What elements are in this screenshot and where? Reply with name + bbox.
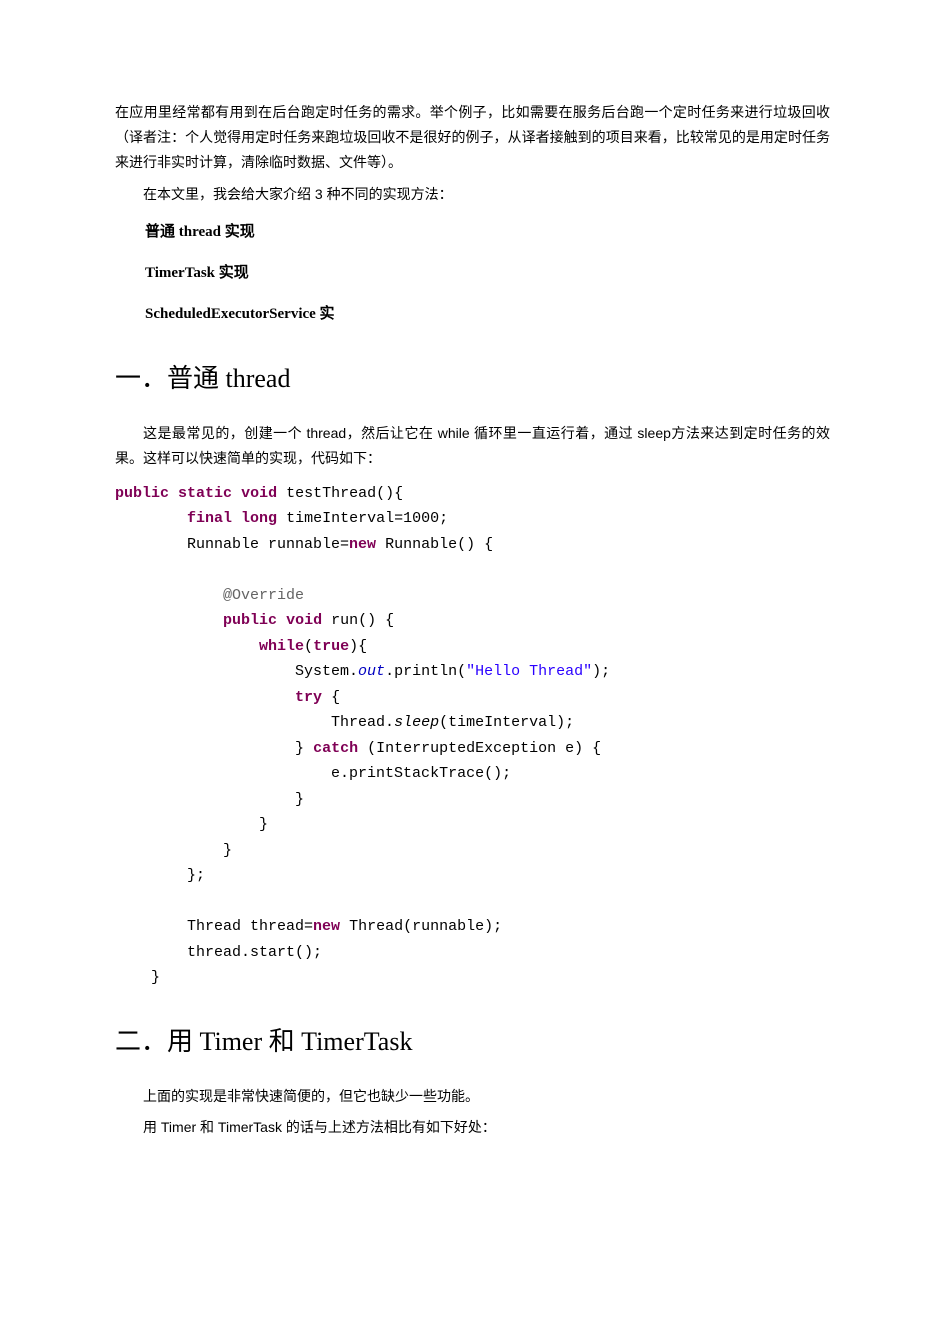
code-text: Thread(runnable); — [349, 918, 502, 935]
code-text: (InterruptedException e) { — [367, 740, 601, 757]
code-keyword: true — [313, 638, 349, 655]
code-keyword: void — [286, 612, 322, 629]
code-block-1: public static void testThread(){ final l… — [115, 481, 830, 991]
section-2-paragraph-1: 上面的实现是非常快速简便的，但它也缺少一些功能。 — [115, 1084, 830, 1109]
section-1-paragraph: 这是最常见的，创建一个 thread，然后让它在 while 循环里一直运行着，… — [115, 421, 830, 471]
code-keyword: public — [223, 612, 277, 629]
code-keyword: long — [241, 510, 277, 527]
code-text: }; — [187, 867, 205, 884]
method-item-1: 普通 thread 实现 — [145, 219, 830, 246]
code-text: (timeInterval); — [439, 714, 574, 731]
code-keyword: new — [349, 536, 376, 553]
code-field: out — [358, 663, 385, 680]
code-keyword: final — [187, 510, 232, 527]
intro-paragraph-2: 在本文里，我会给大家介绍 3 种不同的实现方法： — [115, 182, 830, 207]
code-text: } — [223, 842, 232, 859]
code-keyword: catch — [313, 740, 358, 757]
code-text: .println( — [385, 663, 466, 680]
method-list: 普通 thread 实现 TimerTask 实现 ScheduledExecu… — [115, 219, 830, 328]
method-item-2: TimerTask 实现 — [145, 260, 830, 287]
code-text: } — [295, 740, 304, 757]
code-keyword: while — [259, 638, 304, 655]
section-2-heading: 二．用 Timer 和 TimerTask — [115, 1019, 830, 1066]
section-1-heading: 一．普通 thread — [115, 356, 830, 403]
code-text: } — [151, 969, 160, 986]
code-annotation: @Override — [223, 587, 304, 604]
document-page: 在应用里经常都有用到在后台跑定时任务的需求。举个例子，比如需要在服务后台跑一个定… — [0, 0, 945, 1337]
code-text: e.printStackTrace(); — [331, 765, 511, 782]
code-text: { — [331, 689, 340, 706]
code-keyword: try — [295, 689, 322, 706]
code-text: Runnable runnable= — [187, 536, 349, 553]
section-2-paragraph-2: 用 Timer 和 TimerTask 的话与上述方法相比有如下好处： — [115, 1115, 830, 1140]
intro-paragraph-1: 在应用里经常都有用到在后台跑定时任务的需求。举个例子，比如需要在服务后台跑一个定… — [115, 100, 830, 176]
code-keyword: public — [115, 485, 169, 502]
code-keyword: void — [241, 485, 277, 502]
code-text: Runnable() { — [385, 536, 493, 553]
code-text: Thread thread= — [187, 918, 313, 935]
code-keyword: new — [313, 918, 340, 935]
method-item-3: ScheduledExecutorService 实 — [145, 301, 830, 328]
code-text: ){ — [349, 638, 367, 655]
code-text: ); — [592, 663, 610, 680]
code-keyword: static — [178, 485, 232, 502]
code-text: Thread. — [331, 714, 394, 731]
code-string: "Hello Thread" — [466, 663, 592, 680]
code-text: timeInterval=1000; — [286, 510, 448, 527]
code-method: sleep — [394, 714, 439, 731]
code-text: } — [295, 791, 304, 808]
code-text: System. — [295, 663, 358, 680]
code-text: thread.start(); — [187, 944, 322, 961]
code-text: testThread(){ — [286, 485, 403, 502]
code-text: } — [259, 816, 268, 833]
code-text: run() { — [331, 612, 394, 629]
